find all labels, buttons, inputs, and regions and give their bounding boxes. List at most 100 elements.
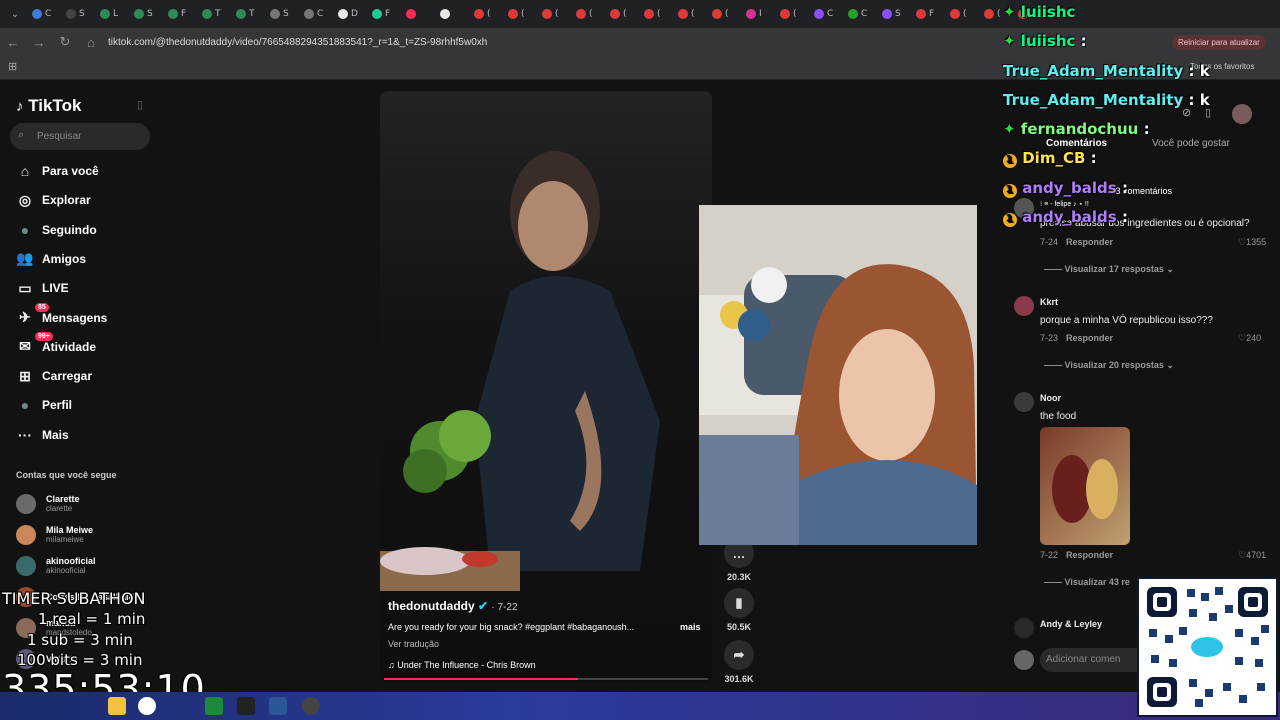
tab-label: (	[963, 9, 967, 19]
like-count[interactable]: ♡240	[1238, 333, 1261, 344]
following-avatar-icon: ●	[20, 221, 30, 238]
security-icon[interactable]	[237, 697, 255, 715]
verified-icon: ✔	[478, 599, 489, 613]
caption-more-button[interactable]: mais	[680, 622, 701, 632]
chrome-icon[interactable]	[138, 697, 156, 715]
chat-badge-icon: ✦	[1003, 32, 1021, 50]
avatar[interactable]	[1014, 296, 1034, 316]
sidebar-item-explorar[interactable]: ◎ Explorar	[16, 189, 91, 211]
browser-tab[interactable]: (	[604, 3, 638, 25]
following-account[interactable]: Mila Meiwe milameiwe	[16, 525, 93, 545]
video-author[interactable]: thedonutdaddy ✔ · 7-22	[388, 599, 518, 613]
browser-tab[interactable]: (	[468, 3, 502, 25]
home-icon[interactable]: ⌂	[78, 35, 104, 50]
browser-tab[interactable]	[434, 3, 468, 25]
sidebar-item-live[interactable]: ▭ LIVE	[16, 277, 68, 299]
sidebar-item-seguindo[interactable]: ● Seguindo	[16, 219, 97, 241]
browser-tab[interactable]: F	[910, 3, 944, 25]
sidebar-item-perfil[interactable]: ● Perfil	[16, 394, 72, 416]
sidebar-item-mensagens[interactable]: ✈ Mensagens 85	[16, 302, 107, 329]
view-replies-button[interactable]: —— Visualizar 43 re	[1044, 577, 1130, 587]
reply-button[interactable]: Responder	[1066, 237, 1113, 247]
tab-favicon-icon	[644, 9, 654, 19]
translate-link[interactable]: Ver tradução	[388, 639, 439, 649]
file-explorer-icon[interactable]	[108, 697, 126, 715]
tiktok-logo[interactable]: ♪ TikTok	[16, 96, 81, 116]
browser-tab[interactable]: (	[570, 3, 604, 25]
comment-image[interactable]	[1040, 427, 1130, 545]
sidebar-item-carregar[interactable]: ⊞ Carregar	[16, 365, 92, 387]
video-player[interactable]: thedonutdaddy ✔ · 7-22 Are you ready for…	[380, 91, 712, 682]
browser-tab[interactable]: S	[128, 3, 162, 25]
search-input[interactable]: Pesquisar	[10, 123, 150, 150]
restart-update-button[interactable]: Reiniciar para atualizar	[1172, 35, 1266, 50]
xbox-icon[interactable]	[205, 697, 223, 715]
browser-tab[interactable]: S	[60, 3, 94, 25]
browser-tab[interactable]: L	[94, 3, 128, 25]
browser-tab[interactable]: S	[876, 3, 910, 25]
following-account-name: Mila Meiwe	[46, 525, 94, 535]
music-link[interactable]: ♫ Under The Influence - Chris Brown	[388, 660, 536, 670]
browser-tab[interactable]: D	[332, 3, 366, 25]
divider: ——	[1044, 577, 1065, 587]
reload-icon[interactable]: ↻	[52, 34, 78, 50]
avatar[interactable]	[1014, 392, 1034, 412]
reply-button[interactable]: Responder	[1066, 550, 1113, 560]
comment-author[interactable]: Kkrt	[1040, 297, 1058, 307]
apps-grid-icon[interactable]: ⊞	[8, 60, 17, 73]
browser-tab[interactable]: C	[808, 3, 842, 25]
tab-search-icon[interactable]: ⌄	[4, 9, 26, 20]
url-field[interactable]: tiktok.com/@thedonutdaddy/video/76654882…	[108, 37, 487, 48]
share-button[interactable]: ➦ 301.6K	[724, 640, 754, 684]
browser-tab[interactable]	[400, 3, 434, 25]
add-comment-input[interactable]: Adicionar comen	[1040, 648, 1150, 672]
like-count[interactable]: ♡1355	[1238, 237, 1266, 248]
browser-tab[interactable]: (	[774, 3, 808, 25]
browser-tab[interactable]: F	[366, 3, 400, 25]
tab-label: F	[181, 9, 187, 19]
search-icon: ⌕	[18, 129, 25, 141]
browser-tab[interactable]: T	[230, 3, 264, 25]
back-icon[interactable]: ←	[0, 35, 26, 50]
view-replies-button[interactable]: —— Visualizar 20 respostas ⌄	[1044, 360, 1174, 371]
tab-comments[interactable]: Comentários	[1046, 138, 1107, 149]
sidebar-item-atividade[interactable]: ✉ Atividade 99+	[16, 331, 96, 358]
browser-tab[interactable]: (	[638, 3, 672, 25]
chat-username: luiishc	[1020, 3, 1076, 21]
view-replies-button[interactable]: —— Visualizar 17 respostas ⌄	[1044, 264, 1174, 275]
avatar[interactable]	[1232, 104, 1252, 124]
like-count[interactable]: ♡4701	[1238, 550, 1266, 561]
browser-tab[interactable]: (	[672, 3, 706, 25]
avatar[interactable]	[1014, 618, 1034, 638]
obs-icon[interactable]	[302, 697, 320, 715]
following-account[interactable]: akinooficial akinooficial	[16, 556, 96, 576]
following-account[interactable]: Clarette clarette	[16, 494, 80, 514]
browser-tab[interactable]: T	[196, 3, 230, 25]
browser-tab[interactable]: (	[536, 3, 570, 25]
forward-icon[interactable]: →	[26, 35, 52, 50]
word-icon[interactable]	[269, 697, 287, 715]
tab-label: (	[623, 9, 627, 19]
collapse-sidebar-icon[interactable]: ▯	[137, 98, 143, 111]
browser-tab[interactable]: (	[502, 3, 536, 25]
video-progress-track[interactable]	[384, 678, 708, 680]
browser-tab[interactable]: C	[26, 3, 60, 25]
webcam-overlay	[699, 205, 977, 545]
browser-tab[interactable]: S	[264, 3, 298, 25]
browser-tab[interactable]: (	[706, 3, 740, 25]
browser-tab[interactable]: C	[842, 3, 876, 25]
comment-author[interactable]: Andy & Leyley	[1040, 619, 1102, 629]
reply-button[interactable]: Responder	[1066, 333, 1113, 343]
browser-tab[interactable]: (	[944, 3, 978, 25]
browser-tab[interactable]: F	[162, 3, 196, 25]
tab-favicon-icon	[542, 9, 552, 19]
comment-author[interactable]: Noor	[1040, 393, 1061, 403]
tab-suggestions[interactable]: Você pode gostar	[1152, 138, 1230, 149]
sidebar-item-mais[interactable]: ··· Mais	[16, 424, 69, 446]
bookmark-button[interactable]: ▮ 50.5K	[724, 588, 754, 632]
browser-tab[interactable]: C	[298, 3, 332, 25]
tab-label: S	[283, 9, 289, 19]
browser-tab[interactable]: I	[740, 3, 774, 25]
sidebar-item-para-você[interactable]: ⌂ Para você	[16, 160, 99, 182]
sidebar-item-amigos[interactable]: 👥 Amigos	[16, 248, 86, 270]
